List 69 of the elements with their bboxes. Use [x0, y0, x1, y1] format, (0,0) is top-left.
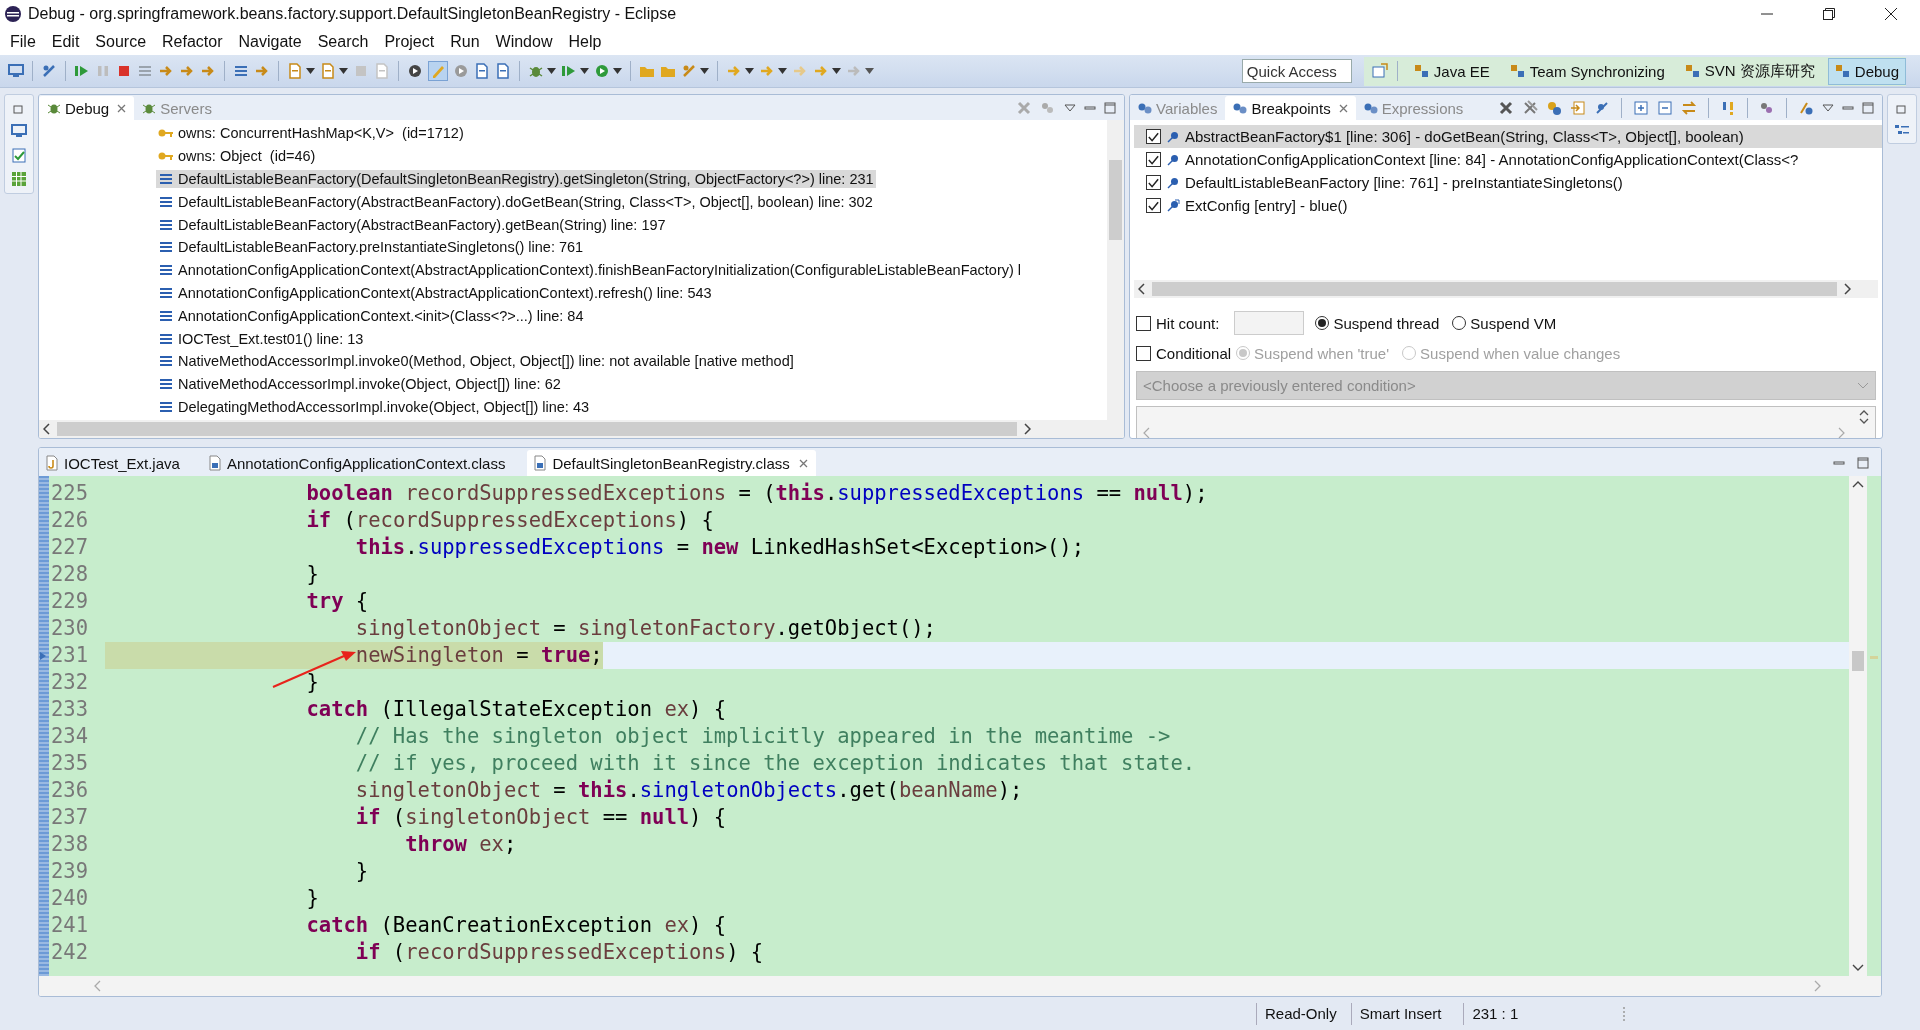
code-text: } — [305, 561, 319, 588]
radio-option[interactable]: Suspend thread — [1315, 314, 1440, 332]
frame-label: owns: ConcurrentHashMap<K,V> (id=1712) — [178, 125, 464, 142]
frame-label: NativeMethodAccessorImpl.invoke(Object, Object[]) line: 62 — [178, 376, 561, 393]
perspective-button[interactable]: Team Synchronizing — [1502, 57, 1672, 85]
code-text: catch (IllegalStateException ex) { — [305, 696, 727, 723]
window-title: Debug - org.springframework.beans.factory.support.DefaultSingletonBeanRegistry - Eclipse — [28, 5, 677, 23]
frame-label: DefaultListableBeanFactory.preInstantiateSingletons() line: 761 — [178, 239, 584, 256]
menu-item[interactable]: Edit — [43, 32, 88, 51]
stack-frame[interactable]: AnnotationConfigApplicationContext.<init>(Class<?>...) line: 84 — [156, 306, 586, 325]
editor-tab[interactable]: DefaultSingletonBeanRegistry.class — [527, 450, 816, 476]
stack-frame[interactable]: owns: Object (id=46) — [156, 147, 318, 166]
breakpoint-item[interactable]: DefaultListableBeanFactory [line: 761] - preInstantiateSingletons() — [1134, 171, 1882, 194]
code-text: if (singletonObject == null) { — [354, 804, 727, 831]
code-text: catch (BeanCreationException ex) { — [305, 912, 727, 939]
quick-access-field[interactable]: Quick Access — [1241, 59, 1352, 83]
perspective-button[interactable]: Debug — [1827, 57, 1906, 85]
frame-label: IOCTest_Ext.test01() line: 13 — [178, 330, 364, 347]
stack-frame[interactable]: DelegatingMethodAccessorImpl.invoke(Object, Object[]) line: 43 — [156, 397, 592, 416]
code-text: singletonObject = this.singletonObjects.get(beanName); — [354, 777, 1023, 804]
code-text: } — [354, 858, 369, 885]
radio-option[interactable]: Suspend VM — [1452, 314, 1557, 332]
frame-label: owns: Object (id=46) — [178, 148, 316, 165]
view-tab[interactable]: Debug — [39, 96, 135, 120]
stack-frame[interactable]: DefaultListableBeanFactory.preInstantiateSingletons() line: 761 — [156, 238, 586, 257]
status-field: Smart Insert — [1350, 1002, 1464, 1025]
menu-item[interactable]: Project — [376, 32, 443, 51]
code-text: this.suppressedExceptions = new LinkedHashSet<Exception>(); — [354, 534, 1085, 561]
code-text: } — [305, 669, 319, 696]
breakpoint-label: AnnotationConfigApplicationContext [line: 84] - AnnotationConfigApplicationContext(Class<? — [1185, 151, 1799, 168]
editor-tab[interactable]: AnnotationConfigApplicationContext.class — [201, 450, 528, 476]
code-text: newSingleton = true; — [105, 642, 603, 669]
code-text: // if yes, proceed with it since the exception indicates that state. — [354, 750, 1196, 777]
stack-frame[interactable]: IOCTest_Ext.test01() line: 13 — [156, 329, 366, 348]
code-text: boolean recordSuppressedExceptions = (this.suppressedExceptions == null); — [305, 480, 1208, 507]
breakpoint-item[interactable]: AbstractBeanFactory$1 [line: 306] - doGetBean(String, Class<T>, Object[], boolean) — [1134, 125, 1882, 148]
frame-label: DelegatingMethodAccessorImpl.invoke(Object, Object[]) line: 43 — [178, 398, 590, 415]
menu-item[interactable]: Refactor — [154, 32, 231, 51]
view-tab[interactable]: Breakpoints — [1225, 96, 1356, 120]
code-text: throw ex; — [404, 831, 517, 858]
code-text: singletonObject = singletonFactory.getObject(); — [354, 615, 936, 642]
code-text: } — [305, 885, 319, 912]
breakpoint-item[interactable]: AnnotationConfigApplicationContext [line: 84] - AnnotationConfigApplicationContext(Class<? — [1134, 148, 1882, 171]
breakpoint-label: DefaultListableBeanFactory [line: 761] - preInstantiateSingletons() — [1185, 174, 1623, 191]
menu-item[interactable]: Source — [87, 32, 155, 51]
code-text: if (recordSuppressedExceptions) { — [354, 939, 764, 966]
status-field: 231 : 1 — [1463, 1002, 1533, 1025]
code-text: if (recordSuppressedExceptions) { — [305, 507, 714, 534]
editor-tab[interactable]: IOCTest_Ext.java — [39, 450, 202, 476]
perspective-button[interactable]: SVN 资源库研究 — [1677, 57, 1822, 85]
menu-item[interactable]: Navigate — [230, 32, 310, 51]
checkbox-label: Conditional — [1156, 344, 1232, 362]
perspective-button[interactable]: Java EE — [1406, 57, 1497, 85]
stack-frame[interactable]: NativeMethodAccessorImpl.invoke(Object, Object[]) line: 62 — [156, 375, 563, 394]
breakpoint-label: ExtConfig [entry] - blue() — [1185, 197, 1348, 214]
menu-item[interactable]: Search — [309, 32, 377, 51]
code-text: try { — [305, 588, 369, 615]
stack-frame[interactable]: owns: ConcurrentHashMap<K,V> (id=1712) — [156, 124, 466, 143]
menu-item[interactable]: Window — [487, 32, 561, 51]
frame-label: AnnotationConfigApplicationContext.<init>(Class<?>...) line: 84 — [178, 307, 584, 324]
status-field: Read-Only — [1256, 1002, 1351, 1025]
breakpoint-item[interactable]: ExtConfig [entry] - blue() — [1134, 194, 1882, 217]
code-text: // Has the singleton object implicitly appeared in the meantime -> — [354, 723, 1171, 750]
checkbox-label: Hit count: — [1156, 314, 1220, 332]
breakpoint-label: AbstractBeanFactory$1 [line: 306] - doGetBean(String, Class<T>, Object[], boolean) — [1185, 128, 1744, 145]
line-number: 231 — [49, 642, 105, 669]
menu-item[interactable]: File — [2, 32, 44, 51]
menu-item[interactable]: Help — [560, 32, 610, 51]
menu-item[interactable]: Run — [442, 32, 488, 51]
